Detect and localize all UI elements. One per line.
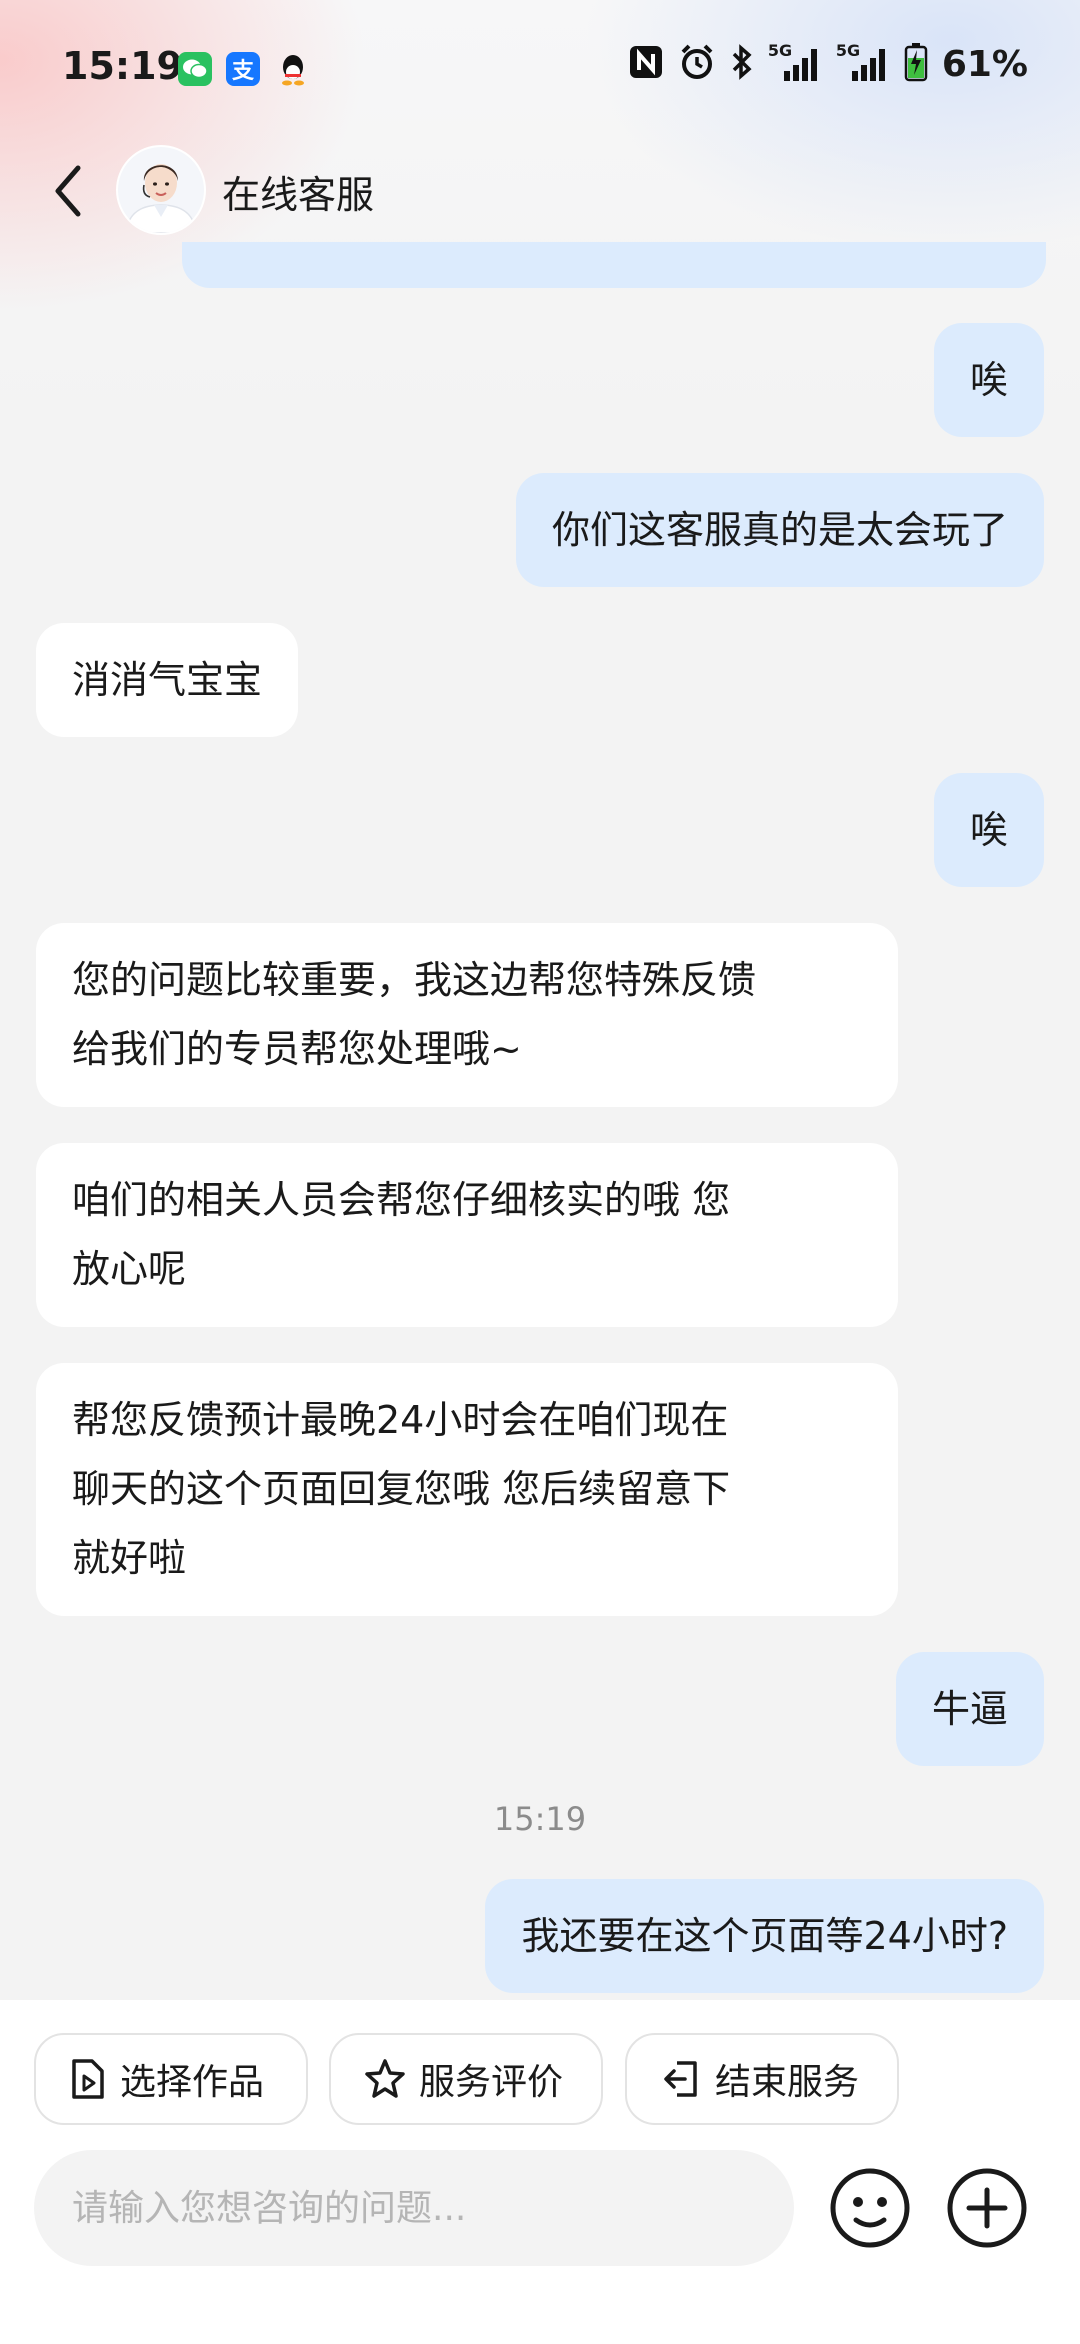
alarm-icon: [678, 43, 716, 85]
select-work-label: 选择作品: [120, 2062, 265, 2103]
qq-icon: [276, 52, 310, 86]
signal-icon-2: 5G: [836, 41, 890, 83]
star-icon: [365, 2059, 405, 2098]
message-bubble-agent[interactable]: 您的问题比较重要，我这边帮您特殊反馈 给我们的专员帮您处理哦~: [36, 923, 898, 1107]
status-right: 5G 5G 61%: [628, 41, 1028, 86]
status-bar: 15:19 支 5G 5G 61%: [0, 0, 1080, 140]
message-timestamp: 15:19: [493, 1800, 587, 1838]
bottom-panel: 选择作品 服务评价 结束服务: [0, 2000, 1080, 2344]
chat-messages[interactable]: 唉 你们这客服真的是太会玩了 消消气宝宝 唉 您的问题比较重要，我这边帮您特殊反…: [0, 242, 1080, 2000]
message-bubble-user[interactable]: 牛逼: [895, 1652, 1044, 1766]
message-bubble-agent[interactable]: 消消气宝宝: [36, 623, 299, 737]
chat-header: 在线客服: [0, 140, 1080, 242]
message-bubble-agent[interactable]: 咱们的相关人员会帮您仔细核实的哦 您 放心呢: [36, 1143, 898, 1327]
end-service-label: 结束服务: [715, 2062, 860, 2103]
message-bubble-partial: [182, 242, 1046, 288]
file-play-icon: [72, 2059, 104, 2099]
message-bubble-user[interactable]: 唉: [933, 323, 1044, 437]
service-rating-button[interactable]: 服务评价: [329, 2033, 603, 2125]
agent-avatar[interactable]: [116, 145, 206, 235]
service-rating-label: 服务评价: [419, 2062, 564, 2103]
message-bubble-user[interactable]: 唉: [933, 773, 1044, 887]
page-title: 在线客服: [222, 173, 375, 217]
wechat-icon: [178, 52, 212, 86]
message-input[interactable]: [34, 2150, 794, 2266]
emoji-icon[interactable]: [828, 2166, 912, 2250]
select-work-button[interactable]: 选择作品: [34, 2033, 308, 2125]
back-arrow-icon[interactable]: [46, 158, 96, 224]
message-bubble-user[interactable]: 我还要在这个页面等24小时?: [485, 1879, 1044, 1993]
exit-icon: [664, 2061, 697, 2097]
status-time: 15:19: [62, 44, 183, 88]
battery-charging-icon: [904, 42, 928, 86]
battery-level: 61%: [941, 43, 1028, 85]
nfc-icon: [628, 44, 664, 84]
end-service-button[interactable]: 结束服务: [625, 2033, 899, 2125]
message-bubble-user[interactable]: 你们这客服真的是太会玩了: [515, 473, 1044, 587]
plus-icon[interactable]: [945, 2166, 1029, 2250]
message-bubble-agent[interactable]: 帮您反馈预计最晚24小时会在咱们现在 聊天的这个页面回复您哦 您后续留意下 就好…: [36, 1363, 898, 1616]
alipay-icon: 支: [226, 52, 260, 86]
bluetooth-icon: [730, 43, 754, 85]
signal-icon-1: 5G: [768, 41, 822, 83]
